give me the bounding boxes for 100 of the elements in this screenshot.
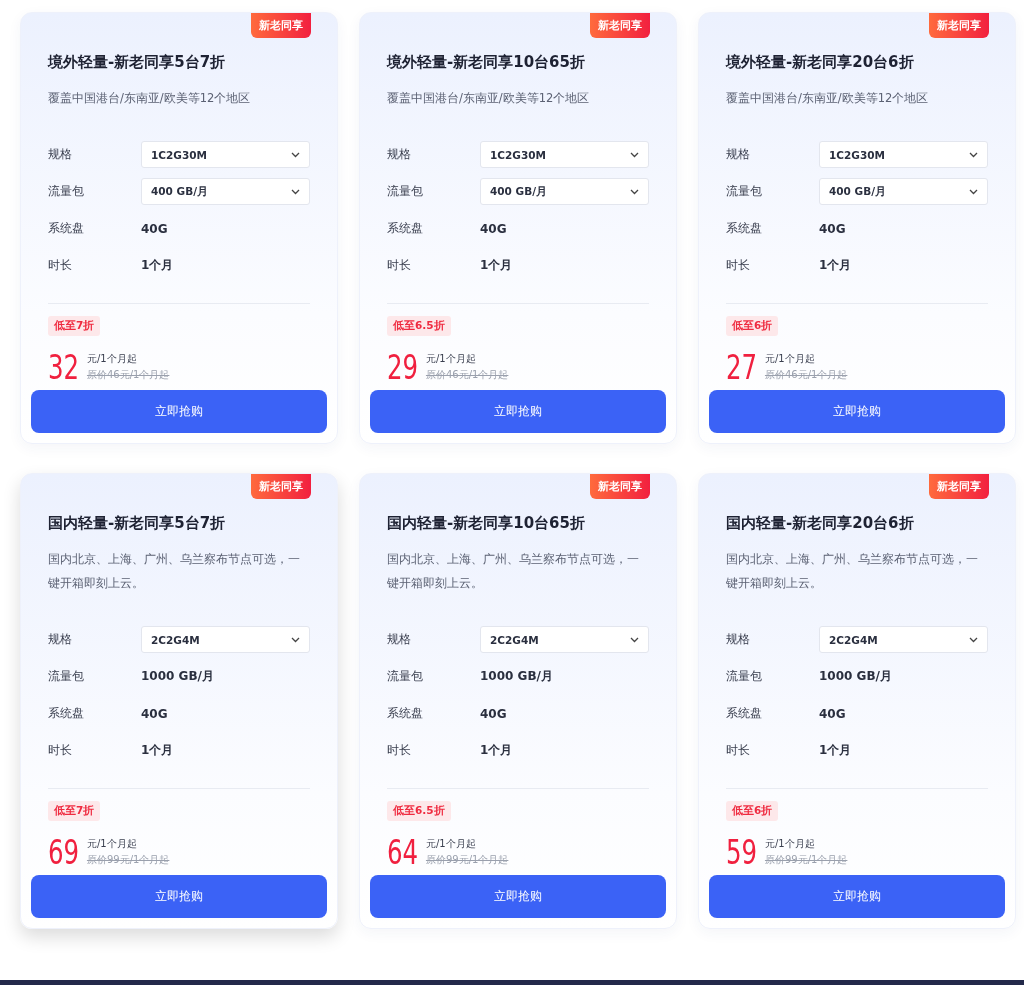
- spec-value: 1000 GB/月: [141, 668, 214, 685]
- buy-now-button[interactable]: 立即抢购: [370, 875, 666, 918]
- spec-value: 1个月: [480, 742, 513, 759]
- card-title: 境外轻量-新老同享10台65折: [387, 53, 586, 72]
- spec-label: 规格: [48, 147, 73, 162]
- spec-value: 40G: [480, 706, 507, 721]
- card-description: 覆盖中国港台/东南亚/欧美等12个地区: [726, 90, 930, 107]
- card-description: 覆盖中国港台/东南亚/欧美等12个地区: [387, 90, 591, 107]
- spec-label: 流量包: [726, 184, 763, 199]
- card-title: 境外轻量-新老同享20台6折: [726, 53, 915, 72]
- discount-tag: 低至6折: [726, 316, 779, 336]
- original-price: 原价46元/1个月起: [86, 368, 170, 382]
- chevron-down-icon: [291, 188, 300, 195]
- price: 64: [387, 835, 419, 869]
- promo-badge: 新老同享: [251, 13, 311, 38]
- original-price: 原价46元/1个月起: [764, 368, 848, 382]
- promo-badge: 新老同享: [251, 474, 311, 499]
- chevron-down-icon: [969, 151, 978, 158]
- spec-value: 1个月: [141, 742, 174, 759]
- price: 69: [48, 835, 80, 869]
- spec-dropdown[interactable]: 1C2G30M: [819, 141, 988, 168]
- spec-value: 40G: [141, 221, 168, 236]
- buy-now-button[interactable]: 立即抢购: [31, 875, 327, 918]
- chevron-down-icon: [630, 188, 639, 195]
- original-price: 原价99元/1个月起: [86, 853, 170, 867]
- buy-now-button[interactable]: 立即抢购: [709, 875, 1005, 918]
- spec-label: 流量包: [387, 184, 424, 199]
- spec-label: 系统盘: [387, 221, 424, 236]
- spec-label: 时长: [387, 258, 412, 273]
- discount-tag: 低至7折: [48, 316, 101, 336]
- card-title: 境外轻量-新老同享5台7折: [48, 53, 227, 72]
- promo-badge: 新老同享: [929, 13, 989, 38]
- discount-tag: 低至6折: [726, 801, 779, 821]
- spec-dropdown[interactable]: 400 GB/月: [480, 178, 649, 205]
- spec-value: 40G: [480, 221, 507, 236]
- price-unit: 元/1个月起: [764, 837, 816, 851]
- chevron-down-icon: [630, 151, 639, 158]
- original-price: 原价46元/1个月起: [425, 368, 509, 382]
- spec-dropdown[interactable]: 1C2G30M: [141, 141, 310, 168]
- original-price: 原价99元/1个月起: [764, 853, 848, 867]
- price: 32: [48, 350, 80, 384]
- buy-now-button[interactable]: 立即抢购: [709, 390, 1005, 433]
- buy-now-button[interactable]: 立即抢购: [31, 390, 327, 433]
- card-title: 国内轻量-新老同享20台6折: [726, 514, 915, 533]
- chevron-down-icon: [969, 636, 978, 643]
- spec-dropdown[interactable]: 2C2G4M: [819, 626, 988, 653]
- card-title: 国内轻量-新老同享10台65折: [387, 514, 586, 533]
- spec-label: 系统盘: [48, 221, 85, 236]
- spec-dropdown[interactable]: 400 GB/月: [819, 178, 988, 205]
- card-description: 国内北京、上海、广州、乌兰察布节点可选，一键开箱即刻上云。: [387, 551, 640, 592]
- spec-label: 时长: [726, 743, 751, 758]
- card-description: 覆盖中国港台/东南亚/欧美等12个地区: [48, 90, 252, 107]
- spec-value: 1000 GB/月: [480, 668, 553, 685]
- spec-value: 1个月: [480, 257, 513, 274]
- promo-badge: 新老同享: [590, 13, 650, 38]
- spec-dropdown[interactable]: 2C2G4M: [480, 626, 649, 653]
- price-unit: 元/1个月起: [425, 352, 477, 366]
- spec-label: 规格: [387, 147, 412, 162]
- spec-dropdown[interactable]: 2C2G4M: [141, 626, 310, 653]
- spec-value: 40G: [819, 706, 846, 721]
- spec-label: 时长: [48, 743, 73, 758]
- spec-value: 40G: [141, 706, 168, 721]
- discount-tag: 低至6.5折: [387, 801, 451, 821]
- chevron-down-icon: [291, 636, 300, 643]
- spec-dropdown[interactable]: 1C2G30M: [480, 141, 649, 168]
- spec-label: 规格: [726, 147, 751, 162]
- spec-dropdown[interactable]: 400 GB/月: [141, 178, 310, 205]
- spec-label: 规格: [726, 632, 751, 647]
- spec-label: 时长: [48, 258, 73, 273]
- price-unit: 元/1个月起: [425, 837, 477, 851]
- promo-badge: 新老同享: [590, 474, 650, 499]
- original-price: 原价99元/1个月起: [425, 853, 509, 867]
- card-description: 国内北京、上海、广州、乌兰察布节点可选，一键开箱即刻上云。: [726, 551, 979, 592]
- spec-label: 系统盘: [387, 706, 424, 721]
- spec-label: 流量包: [48, 669, 85, 684]
- spec-label: 规格: [48, 632, 73, 647]
- price: 59: [726, 835, 758, 869]
- spec-label: 系统盘: [726, 221, 763, 236]
- spec-label: 流量包: [48, 184, 85, 199]
- spec-label: 时长: [387, 743, 412, 758]
- buy-now-button[interactable]: 立即抢购: [370, 390, 666, 433]
- spec-value: 1个月: [819, 742, 852, 759]
- spec-value: 1个月: [141, 257, 174, 274]
- price-unit: 元/1个月起: [86, 837, 138, 851]
- spec-label: 系统盘: [726, 706, 763, 721]
- price: 29: [387, 350, 419, 384]
- chevron-down-icon: [630, 636, 639, 643]
- card-description: 国内北京、上海、广州、乌兰察布节点可选，一键开箱即刻上云。: [48, 551, 301, 592]
- spec-label: 系统盘: [48, 706, 85, 721]
- card-title: 国内轻量-新老同享5台7折: [48, 514, 227, 533]
- price-unit: 元/1个月起: [764, 352, 816, 366]
- spec-value: 1个月: [819, 257, 852, 274]
- price-unit: 元/1个月起: [86, 352, 138, 366]
- spec-label: 规格: [387, 632, 412, 647]
- price: 27: [726, 350, 758, 384]
- spec-label: 流量包: [726, 669, 763, 684]
- promo-badge: 新老同享: [929, 474, 989, 499]
- chevron-down-icon: [291, 151, 300, 158]
- discount-tag: 低至6.5折: [387, 316, 451, 336]
- spec-label: 时长: [726, 258, 751, 273]
